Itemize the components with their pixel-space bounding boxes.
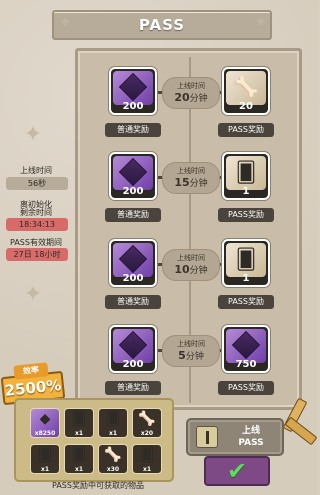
ornament-icon: ✦ bbox=[253, 12, 269, 33]
tray-item[interactable]: 🂠 x1 bbox=[30, 444, 60, 474]
pass-valid-label: PASS有效期间 bbox=[10, 238, 62, 247]
reset-countdown: 18:34:13 bbox=[6, 218, 68, 231]
reward-row: 200 上线时间 5分钟 750 普通奖励 PASS奖励 bbox=[78, 323, 305, 401]
normal-reward-tile[interactable]: 200 bbox=[109, 67, 157, 115]
normal-reward-tile[interactable]: 200 bbox=[109, 152, 157, 200]
card-icon: 🂠 bbox=[235, 160, 257, 184]
check-icon: ✔ bbox=[226, 457, 248, 485]
ornament-icon: ✦ bbox=[23, 122, 43, 147]
tray-item[interactable]: 🂠 x1 bbox=[98, 408, 128, 438]
reward-row: 200 上线时间 15分钟 🂠 1 普通奖励 PASS奖励 bbox=[78, 150, 305, 228]
pass-reward-label: PASS奖励 bbox=[218, 208, 274, 222]
bone-key-icon: 🦴 bbox=[138, 411, 156, 427]
normal-reward-label: 普通奖励 bbox=[105, 381, 161, 395]
normal-reward-label: 普通奖励 bbox=[105, 123, 161, 137]
online-time-value: 56秒 bbox=[6, 177, 68, 190]
online-pass-line2: PASS bbox=[238, 438, 264, 448]
pass-reward-label: PASS奖励 bbox=[218, 123, 274, 137]
title-banner: PASS bbox=[52, 10, 272, 40]
pass-reward-label: PASS奖励 bbox=[218, 381, 274, 395]
online-time-label: 上线时间 bbox=[20, 166, 52, 175]
card-icon: 🂠 bbox=[71, 447, 87, 463]
card-icon: 🂠 bbox=[105, 411, 121, 427]
card-icon: 🂠 bbox=[71, 411, 87, 427]
pass-reward-tile[interactable]: 🦴 20 bbox=[222, 67, 270, 115]
tray-caption: PASS奖励中可获取的物品 bbox=[52, 481, 144, 490]
page-title: PASS bbox=[138, 16, 186, 34]
pass-card-icon bbox=[196, 426, 218, 448]
pass-reward-tile[interactable]: 750 bbox=[222, 325, 270, 373]
ornament-icon: ✦ bbox=[57, 12, 73, 33]
reward-row: 200 上线时间 20分钟 🦴 20 普通奖励 PASS奖励 bbox=[78, 65, 305, 143]
confirm-button[interactable]: ✔ bbox=[204, 456, 270, 486]
online-pass-button[interactable]: 上线 PASS bbox=[186, 418, 284, 456]
reset-label-2: 剩余时间 bbox=[20, 208, 52, 217]
pass-reward-label: PASS奖励 bbox=[218, 295, 274, 309]
tray-item[interactable]: 🦴 x30 bbox=[98, 444, 128, 474]
pass-reward-tile[interactable]: 🂠 1 bbox=[222, 239, 270, 287]
reward-row: 200 上线时间 10分钟 🂠 1 普通奖励 PASS奖励 bbox=[78, 237, 305, 315]
tray-item[interactable]: 🂠 x1 bbox=[64, 408, 94, 438]
reward-panel: 200 上线时间 20分钟 🦴 20 普通奖励 PASS奖励 200 上线时间 … bbox=[75, 48, 302, 410]
ornament-icon: ✦ bbox=[23, 282, 43, 307]
pass-items-tray: ◆ x8250 🂠 x1 🂠 x1 🦴 x20 🂠 x1 🂠 x1 🦴 x30 … bbox=[14, 398, 174, 482]
card-icon: 🂠 bbox=[37, 447, 53, 463]
bone-key-icon: 🦴 bbox=[104, 447, 122, 463]
normal-reward-label: 普通奖励 bbox=[105, 208, 161, 222]
card-icon: 🂠 bbox=[235, 247, 257, 271]
tray-item[interactable]: ◆ x8250 bbox=[30, 408, 60, 438]
tray-item[interactable]: 🦴 x20 bbox=[132, 408, 162, 438]
tray-item[interactable]: 🂠 x1 bbox=[64, 444, 94, 474]
time-capsule: 上线时间 5分钟 bbox=[162, 335, 220, 367]
online-pass-line1: 上线 bbox=[241, 426, 260, 436]
card-icon: 🂠 bbox=[139, 447, 155, 463]
time-capsule: 上线时间 10分钟 bbox=[162, 249, 220, 281]
bone-key-icon: 🦴 bbox=[233, 75, 259, 99]
purple-gem-icon: ◆ bbox=[39, 411, 51, 427]
normal-reward-tile[interactable]: 200 bbox=[109, 325, 157, 373]
pass-valid-value: 27日 18小时 bbox=[6, 248, 68, 261]
time-capsule: 上线时间 20分钟 bbox=[162, 77, 220, 109]
normal-reward-tile[interactable]: 200 bbox=[109, 239, 157, 287]
tray-item[interactable]: 🂠 x1 bbox=[132, 444, 162, 474]
normal-reward-label: 普通奖励 bbox=[105, 295, 161, 309]
time-capsule: 上线时间 15分钟 bbox=[162, 162, 220, 194]
pass-reward-tile[interactable]: 🂠 1 bbox=[222, 152, 270, 200]
